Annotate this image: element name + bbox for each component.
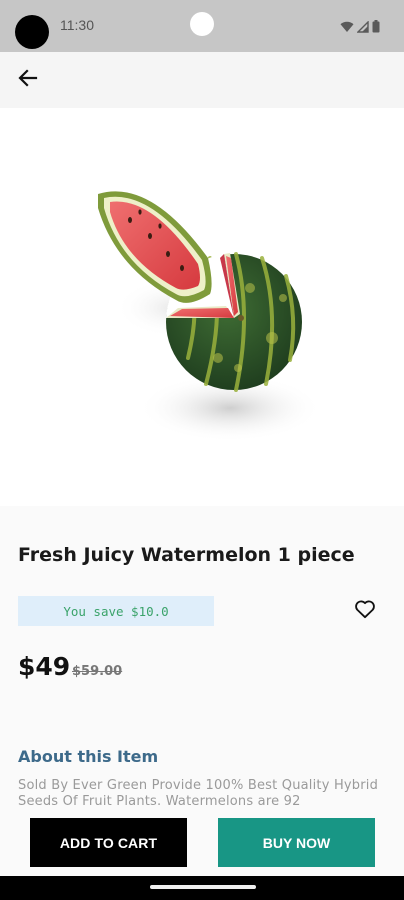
battery-icon — [372, 18, 380, 37]
about-heading: About this Item — [18, 747, 159, 766]
camera-cutout — [15, 15, 49, 49]
status-icons — [340, 18, 380, 37]
wifi-icon — [340, 18, 354, 37]
status-time: 11:30 — [60, 17, 94, 33]
savings-text: You save $10.0 — [63, 603, 169, 619]
wishlist-button[interactable] — [352, 598, 378, 624]
signal-icon — [356, 18, 369, 37]
heart-outline-icon — [354, 599, 376, 623]
savings-badge: You save $10.0 — [18, 596, 214, 626]
notification-dot — [190, 12, 214, 36]
arrow-left-icon — [17, 67, 39, 93]
original-price: $59.00 — [72, 664, 123, 679]
product-detail-screen: 11:30 Fresh Juicy Watermelon 1 piece You… — [0, 0, 404, 900]
add-to-cart-button[interactable]: ADD TO CART — [30, 818, 187, 867]
back-button[interactable] — [12, 64, 44, 96]
product-description: Sold By Ever Green Provide 100% Best Qua… — [18, 778, 379, 809]
home-indicator[interactable] — [150, 885, 256, 889]
buy-now-button[interactable]: BUY NOW — [218, 818, 375, 867]
product-title: Fresh Juicy Watermelon 1 piece — [18, 544, 355, 566]
product-price: $49 — [18, 652, 71, 681]
system-nav-bar — [0, 876, 404, 900]
action-bar: ADD TO CART BUY NOW — [0, 818, 404, 868]
status-bar: 11:30 — [0, 0, 404, 52]
watermelon-image — [98, 191, 322, 442]
product-image — [0, 108, 404, 506]
app-bar — [0, 52, 404, 108]
